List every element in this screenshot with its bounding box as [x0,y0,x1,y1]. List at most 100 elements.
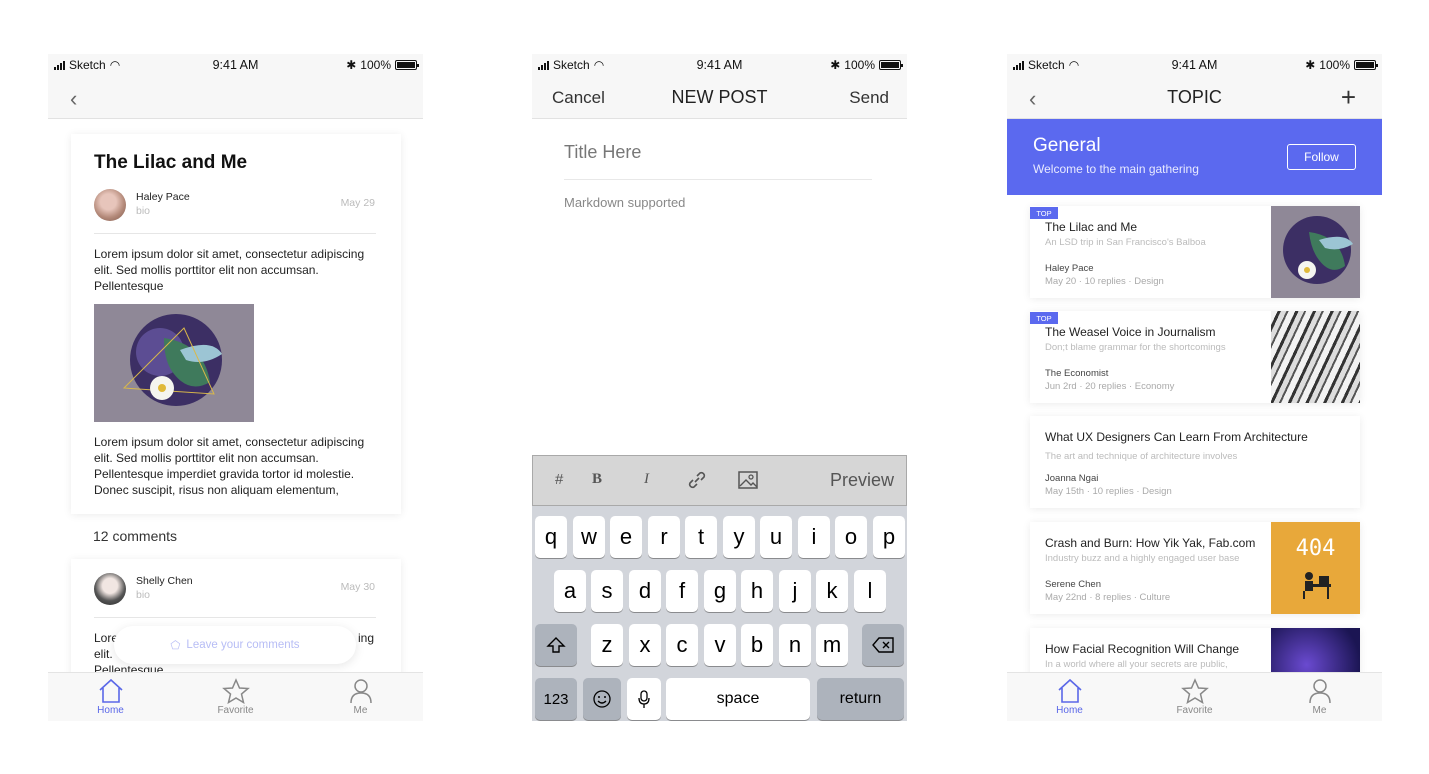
comment-author[interactable]: Shelly Chen [136,575,193,587]
top-badge: TOP [1030,207,1058,219]
key[interactable]: n [779,624,811,666]
comment-text: elit. [94,647,113,661]
title-input[interactable]: Title Here [564,142,641,163]
nav-bar: ‹ [48,76,423,119]
key[interactable]: c [666,624,698,666]
post-subtitle: The art and technique of architecture in… [1045,451,1238,462]
tab-me[interactable]: Me [1257,673,1382,721]
space-key[interactable]: space [666,678,810,720]
new-post-screen: Sketch ◠ 9:41 AM ✱ 100% Cancel NEW POST … [532,54,907,721]
return-key[interactable]: return [817,678,904,720]
send-button[interactable]: Send [849,88,889,108]
body-input[interactable]: Markdown supported [564,195,685,210]
backspace-icon [872,637,894,653]
battery-label: 100% [360,58,391,72]
key[interactable]: v [704,624,736,666]
tab-home[interactable]: Home [48,673,173,721]
key[interactable]: b [741,624,773,666]
shift-key[interactable] [535,624,577,666]
shift-icon [546,637,566,653]
tab-home[interactable]: Home [1007,673,1132,721]
pencil-icon: ⬠ [170,640,181,652]
key[interactable]: g [704,570,736,612]
key[interactable]: x [629,624,661,666]
tab-bar: Home Favorite Me [1007,672,1382,721]
bold-button[interactable]: B [592,471,602,488]
top-badge: TOP [1030,312,1058,324]
post-author: Serene Chen [1045,579,1101,590]
image-icon[interactable] [737,469,759,495]
status-bar: Sketch ◠ 9:41 AM ✱ 100% [48,54,423,76]
tab-favorite[interactable]: Favorite [1132,673,1257,721]
bluetooth-icon: ✱ [1305,58,1316,72]
key[interactable]: y [723,516,755,558]
status-bar: Sketch ◠ 9:41 AM ✱ 100% [1007,54,1382,76]
microphone-key[interactable] [627,678,661,720]
key[interactable]: f [666,570,698,612]
numbers-key[interactable]: 123 [535,678,577,720]
post-card[interactable]: The Lilac and Me An LSD trip in San Fran… [1030,206,1360,298]
key[interactable]: h [741,570,773,612]
tab-favorite[interactable]: Favorite [173,673,298,721]
battery-label: 100% [844,58,875,72]
tab-me[interactable]: Me [298,673,423,721]
error-404-text: 404 [1295,536,1336,561]
key[interactable]: m [816,624,848,666]
tab-label: Favorite [217,705,254,716]
preview-button[interactable]: Preview [830,470,894,491]
post-thumbnail [1271,206,1360,298]
avatar[interactable] [94,573,126,605]
post-card[interactable]: Crash and Burn: How Yik Yak, Fab.com Ind… [1030,522,1360,614]
heading-button[interactable]: # [555,471,563,488]
key[interactable]: a [554,570,586,612]
avatar[interactable] [94,189,126,221]
follow-button[interactable]: Follow [1287,144,1356,170]
backspace-key[interactable] [862,624,904,666]
author-name[interactable]: Haley Pace [136,191,190,203]
post-title: The Lilac and Me [1045,220,1138,234]
key[interactable]: i [798,516,830,558]
post-author: Haley Pace [1045,263,1094,274]
post-card[interactable]: What UX Designers Can Learn From Archite… [1030,416,1360,508]
desk-person-icon [1303,572,1331,599]
back-chevron-icon[interactable]: ‹ [70,86,77,112]
link-icon[interactable] [686,469,708,495]
key[interactable]: u [760,516,792,558]
divider [564,179,872,180]
star-icon [1180,678,1209,704]
post-thumbnail: 404 [1271,522,1360,614]
key[interactable]: s [591,570,623,612]
post-card[interactable]: The Weasel Voice in Journalism Don;t bla… [1030,311,1360,403]
key[interactable]: l [854,570,886,612]
key[interactable]: k [816,570,848,612]
microphone-icon [638,690,650,708]
comment-date: May 30 [340,581,375,593]
key[interactable]: r [648,516,680,558]
topic-banner: General Welcome to the main gathering Fo… [1007,119,1382,195]
status-bar: Sketch ◠ 9:41 AM ✱ 100% [532,54,907,76]
key[interactable]: d [629,570,661,612]
key[interactable]: z [591,624,623,666]
key[interactable]: t [685,516,717,558]
key[interactable]: e [610,516,642,558]
key[interactable]: p [873,516,905,558]
article-image[interactable] [94,304,254,422]
key[interactable]: q [535,516,567,558]
key[interactable]: w [573,516,605,558]
battery-icon [395,60,419,70]
key[interactable]: o [835,516,867,558]
leave-comment-input[interactable]: ⬠ Leave your comments [114,626,356,664]
post-meta: May 22nd · 8 replies · Culture [1045,592,1171,603]
add-post-plus-icon[interactable]: + [1341,82,1356,113]
emoji-key[interactable] [583,678,621,720]
tab-label: Home [1056,705,1083,716]
divider [94,617,376,618]
italic-button[interactable]: I [644,471,649,488]
bluetooth-icon: ✱ [346,58,357,72]
post-title: The Weasel Voice in Journalism [1045,325,1216,339]
post-title: How Facial Recognition Will Change [1045,642,1240,656]
key[interactable]: j [779,570,811,612]
post-meta: May 15th · 10 replies · Design [1045,486,1172,497]
home-icon [98,678,123,703]
post-author: The Economist [1045,368,1109,379]
